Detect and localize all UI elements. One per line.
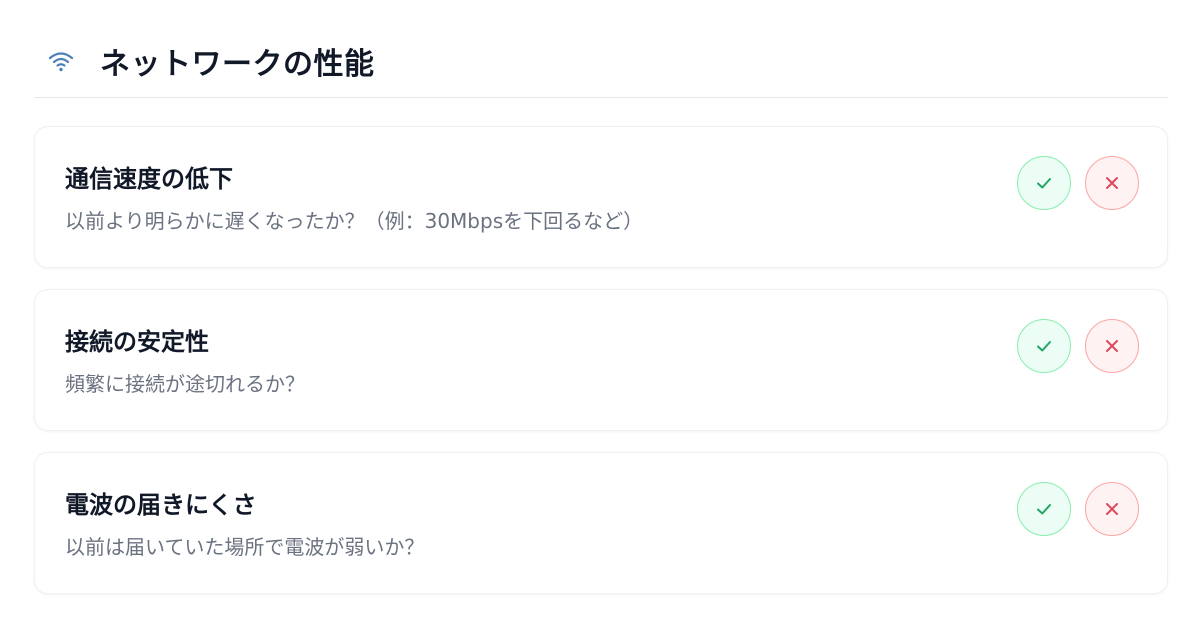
checklist-item-stability: 接続の安定性 頻繁に接続が途切れるか？ <box>34 289 1168 431</box>
section-header: ネットワークの性能 <box>34 26 1168 98</box>
item-title: 通信速度の低下 <box>65 165 233 193</box>
yes-button[interactable] <box>1017 156 1071 210</box>
item-description: 以前より明らかに遅くなったか？（例：30Mbpsを下回るなど） <box>65 209 644 233</box>
network-performance-page: ネットワークの性能 通信速度の低下 以前より明らかに遅くなったか？（例：30Mb… <box>0 0 1200 626</box>
check-icon <box>1037 504 1051 515</box>
checklist: 通信速度の低下 以前より明らかに遅くなったか？（例：30Mbpsを下回るなど） … <box>34 126 1168 615</box>
yes-button[interactable] <box>1017 319 1071 373</box>
answer-buttons <box>1017 156 1139 210</box>
check-icon <box>1037 178 1051 189</box>
item-description: 頻繁に接続が途切れるか？ <box>65 372 305 396</box>
close-icon <box>1106 177 1118 189</box>
checklist-item-speed: 通信速度の低下 以前より明らかに遅くなったか？（例：30Mbpsを下回るなど） <box>34 126 1168 268</box>
no-button[interactable] <box>1085 482 1139 536</box>
no-button[interactable] <box>1085 319 1139 373</box>
answer-buttons <box>1017 482 1139 536</box>
answer-buttons <box>1017 319 1139 373</box>
item-title: 電波の届きにくさ <box>65 491 257 519</box>
close-icon <box>1106 340 1118 352</box>
yes-button[interactable] <box>1017 482 1071 536</box>
wifi-icon <box>46 46 76 76</box>
page-title: ネットワークの性能 <box>100 46 375 82</box>
checklist-item-signal: 電波の届きにくさ 以前は届いていた場所で電波が弱いか？ <box>34 452 1168 594</box>
item-description: 以前は届いていた場所で電波が弱いか？ <box>65 535 425 559</box>
item-title: 接続の安定性 <box>65 328 209 356</box>
close-icon <box>1106 503 1118 515</box>
no-button[interactable] <box>1085 156 1139 210</box>
check-icon <box>1037 341 1051 352</box>
